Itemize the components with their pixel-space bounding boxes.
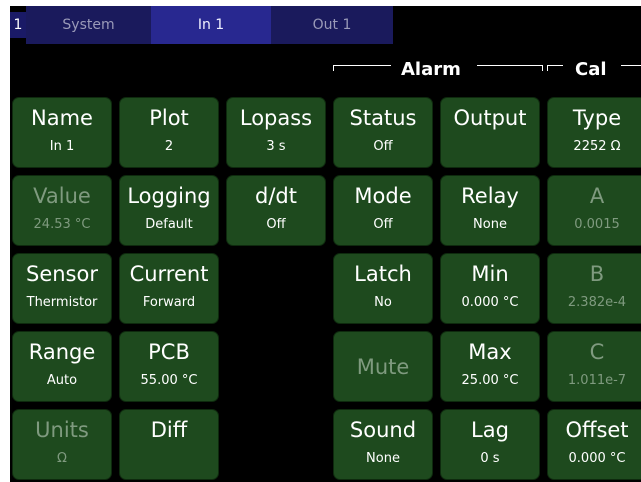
alarm-line-right <box>477 65 543 66</box>
sensor-title: Sensor <box>26 262 98 286</box>
cal-b-button: B 2.382e-4 <box>547 253 641 324</box>
range-title: Range <box>28 340 96 364</box>
type-title: Type <box>572 106 622 130</box>
alarm-group-header: Alarm <box>333 58 546 82</box>
diff-button[interactable]: Diff <box>119 409 219 480</box>
alarm-group-label: Alarm <box>401 59 461 80</box>
alarm-mute-button: Mute <box>333 331 433 402</box>
logging-value: Default <box>145 217 193 232</box>
name-title: Name <box>31 106 93 130</box>
pcb-display[interactable]: PCB 55.00 °C <box>119 331 219 402</box>
value-reading: 24.53 °C <box>33 217 91 232</box>
status-value: Off <box>373 139 393 154</box>
alarm-bracket-right <box>542 65 543 71</box>
ddt-value: Off <box>266 217 286 232</box>
cal-group-header: Cal <box>547 58 641 82</box>
alarm-sound-button[interactable]: Sound None <box>333 409 433 480</box>
pcb-value: 55.00 °C <box>140 373 198 388</box>
alarm-min-button[interactable]: Min 0.000 °C <box>440 253 540 324</box>
max-title: Max <box>468 340 512 364</box>
max-value: 25.00 °C <box>461 373 519 388</box>
mute-title: Mute <box>356 354 410 379</box>
cal-line-left <box>547 65 563 66</box>
relay-title: Relay <box>461 184 519 208</box>
units-title: Units <box>35 418 89 442</box>
a-title: A <box>589 184 605 208</box>
cal-group-label: Cal <box>575 59 607 80</box>
alarm-mode-button[interactable]: Mode Off <box>333 175 433 246</box>
alarm-status-button[interactable]: Status Off <box>333 97 433 168</box>
name-value: In 1 <box>49 139 75 154</box>
b-value: 2.382e-4 <box>567 295 627 310</box>
alarm-output-button[interactable]: Output <box>440 97 540 168</box>
offset-title: Offset <box>565 418 629 442</box>
units-value: Ω <box>57 451 67 466</box>
mode-value: Off <box>373 217 393 232</box>
status-title: Status <box>349 106 417 130</box>
b-title: B <box>589 262 605 286</box>
current-button[interactable]: Current Forward <box>119 253 219 324</box>
cal-line-right <box>621 65 641 66</box>
alarm-lag-button[interactable]: Lag 0 s <box>440 409 540 480</box>
mode-title: Mode <box>354 184 412 208</box>
offset-value: 0.000 °C <box>568 451 626 466</box>
alarm-latch-button[interactable]: Latch No <box>333 253 433 324</box>
current-value: Forward <box>142 295 196 310</box>
sound-value: None <box>366 451 400 466</box>
logging-button[interactable]: Logging Default <box>119 175 219 246</box>
instrument-screen: 1 System In 1 Out 1 Alarm Cal Name In 1 … <box>10 6 641 482</box>
cal-offset-button[interactable]: Offset 0.000 °C <box>547 409 641 480</box>
alarm-relay-button[interactable]: Relay None <box>440 175 540 246</box>
current-title: Current <box>129 262 209 286</box>
tab-system[interactable]: System <box>26 6 151 44</box>
latch-value: No <box>374 295 392 310</box>
diff-title: Diff <box>150 418 188 442</box>
output-title: Output <box>453 106 527 130</box>
min-title: Min <box>471 262 509 286</box>
min-value: 0.000 °C <box>461 295 519 310</box>
sensor-value: Thermistor <box>26 295 98 310</box>
lopass-button[interactable]: Lopass 3 s <box>226 97 326 168</box>
latch-title: Latch <box>354 262 412 286</box>
value-display: Value 24.53 °C <box>12 175 112 246</box>
plot-value: 2 <box>164 139 174 154</box>
ddt-title: d/dt <box>255 184 297 208</box>
range-button[interactable]: Range Auto <box>12 331 112 402</box>
units-button: Units Ω <box>12 409 112 480</box>
channel-number: 1 <box>10 12 26 38</box>
value-title: Value <box>33 184 91 208</box>
tab-in-1[interactable]: In 1 <box>151 6 271 44</box>
cal-c-button: C 1.011e-7 <box>547 331 641 402</box>
range-value: Auto <box>46 373 78 388</box>
c-value: 1.011e-7 <box>567 373 627 388</box>
lag-title: Lag <box>471 418 509 442</box>
sensor-button[interactable]: Sensor Thermistor <box>12 253 112 324</box>
lag-value: 0 s <box>480 451 500 466</box>
tab-bar: 1 System In 1 Out 1 <box>10 6 641 44</box>
tab-out-1[interactable]: Out 1 <box>271 6 393 44</box>
pcb-title: PCB <box>148 340 190 364</box>
ddt-button[interactable]: d/dt Off <box>226 175 326 246</box>
alarm-line-left <box>333 65 391 66</box>
lopass-value: 3 s <box>266 139 286 154</box>
cal-type-button[interactable]: Type 2252 Ω <box>547 97 641 168</box>
relay-value: None <box>473 217 507 232</box>
plot-title: Plot <box>149 106 189 130</box>
a-value: 0.0015 <box>574 217 620 232</box>
type-value: 2252 Ω <box>573 139 621 154</box>
cal-a-button: A 0.0015 <box>547 175 641 246</box>
logging-title: Logging <box>127 184 211 208</box>
name-button[interactable]: Name In 1 <box>12 97 112 168</box>
sound-title: Sound <box>349 418 417 442</box>
lopass-title: Lopass <box>239 106 313 130</box>
plot-button[interactable]: Plot 2 <box>119 97 219 168</box>
alarm-max-button[interactable]: Max 25.00 °C <box>440 331 540 402</box>
c-title: C <box>589 340 605 364</box>
